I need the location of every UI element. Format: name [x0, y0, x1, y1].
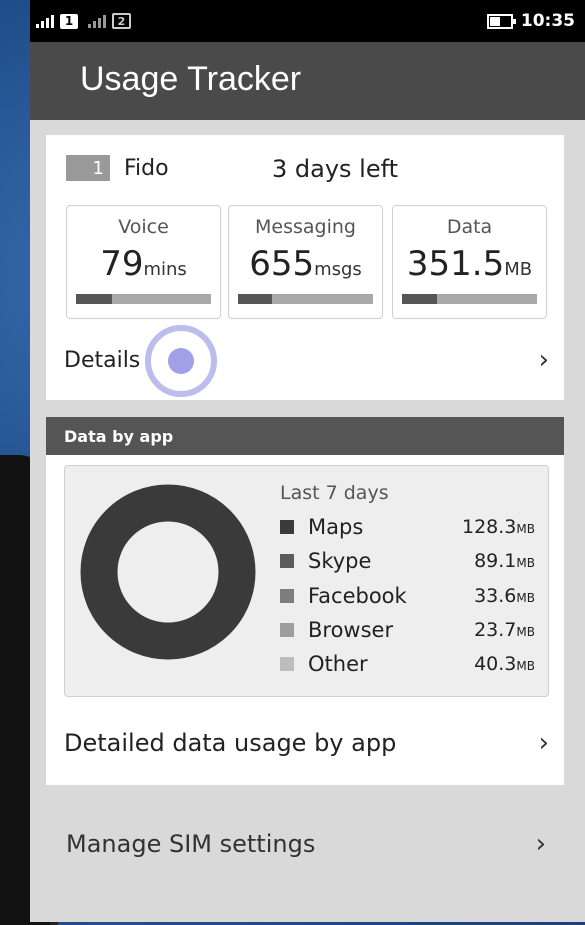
carrier-name: Fido: [124, 155, 169, 181]
app-unit: MB: [516, 659, 535, 673]
app-name: Browser: [308, 618, 394, 642]
phone-screen: 1 2 10:35 Usage Tracker 1 Fido 3 days le…: [30, 0, 585, 922]
voice-usage-bar: [76, 294, 211, 304]
app-title: Usage Tracker: [80, 60, 302, 98]
touch-indicator: [145, 325, 217, 397]
messaging-usage-bar: [238, 294, 373, 304]
sim-label: 1 Fido: [66, 155, 169, 181]
app-name: Other: [308, 652, 368, 676]
meter-label: Voice: [118, 216, 169, 238]
meter-value: 351.5: [406, 244, 505, 284]
meter-unit: MB: [504, 259, 533, 280]
legend-item: Browser 23.7MB: [280, 615, 535, 645]
app-unit: MB: [516, 522, 535, 536]
legend-swatch: [280, 520, 294, 534]
legend-swatch: [280, 589, 294, 603]
app-name: Facebook: [308, 584, 407, 608]
meter-label: Data: [446, 216, 493, 238]
section-header-data-by-app: Data by app: [46, 417, 564, 455]
legend-item: Maps 128.3MB: [280, 512, 535, 542]
app-name: Skype: [308, 549, 372, 573]
chevron-right-icon: ›: [535, 829, 546, 859]
data-by-app-chart: Last 7 days Maps 128.3MB Skype 89.1MB Fa…: [64, 465, 549, 697]
legend-item: Facebook 33.6MB: [280, 581, 535, 611]
signal-icon: [36, 14, 54, 28]
meter-label: Messaging: [255, 216, 356, 238]
messaging-meter[interactable]: Messaging 655msgs: [228, 205, 383, 319]
chevron-right-icon: ›: [538, 728, 549, 758]
clock: 10:35: [520, 11, 575, 31]
meter-value: 655: [249, 244, 315, 284]
signal-icon-sim2: [88, 14, 106, 28]
chevron-right-icon: ›: [538, 345, 549, 375]
period-label: Last 7 days: [280, 482, 389, 504]
manage-sim-settings-row[interactable]: Manage SIM settings ›: [66, 820, 546, 868]
meter-value: 79: [100, 244, 144, 284]
meter-unit: mins: [143, 259, 187, 280]
status-bar: 1 2 10:35: [30, 0, 585, 42]
days-left: 3 days left: [272, 155, 399, 183]
app-value: 23.7: [474, 619, 517, 641]
battery-icon: [486, 13, 516, 29]
legend-item: Skype 89.1MB: [280, 546, 535, 576]
legend-swatch: [280, 623, 294, 637]
details-label: Details: [64, 347, 141, 373]
meter-unit: msgs: [314, 259, 362, 280]
app-unit: MB: [516, 556, 535, 570]
sim2-badge: 2: [112, 13, 131, 29]
app-value: 33.6: [474, 585, 517, 607]
details-row[interactable]: Details ›: [64, 340, 549, 380]
app-value: 40.3: [474, 653, 517, 675]
app-value: 89.1: [474, 550, 517, 572]
title-bar: Usage Tracker: [30, 42, 585, 120]
app-value: 128.3: [462, 516, 517, 538]
legend-swatch: [280, 554, 294, 568]
data-meter[interactable]: Data 351.5MB: [392, 205, 547, 319]
sim-number-badge: 1: [66, 155, 110, 181]
data-usage-bar: [402, 294, 537, 304]
voice-meter[interactable]: Voice 79mins: [66, 205, 221, 319]
detailed-data-usage-link[interactable]: Detailed data usage by app ›: [64, 723, 549, 763]
usage-summary-card: 1 Fido 3 days left Voice 79mins Messagin…: [46, 135, 564, 400]
app-unit: MB: [516, 625, 535, 639]
app-name: Maps: [308, 515, 364, 539]
sim1-badge: 1: [60, 13, 78, 29]
donut-chart: [80, 484, 256, 660]
app-unit: MB: [516, 591, 535, 605]
legend-item: Other 40.3MB: [280, 649, 535, 679]
detailed-data-usage-label: Detailed data usage by app: [64, 729, 397, 757]
data-by-app-card: Last 7 days Maps 128.3MB Skype 89.1MB Fa…: [46, 455, 564, 785]
manage-sim-label: Manage SIM settings: [66, 830, 316, 858]
legend-swatch: [280, 657, 294, 671]
